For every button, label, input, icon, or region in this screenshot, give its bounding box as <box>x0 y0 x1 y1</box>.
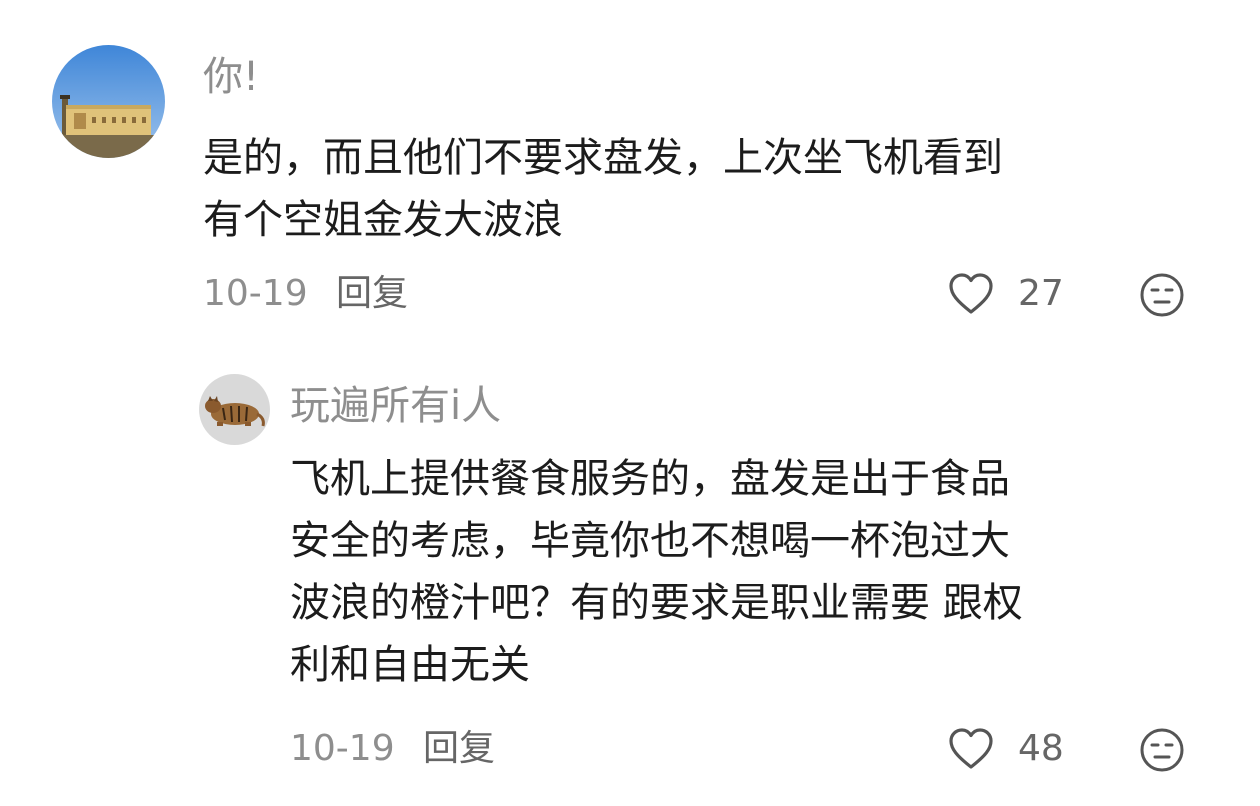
like-button[interactable] <box>947 270 995 318</box>
dislike-button[interactable] <box>1138 726 1186 774</box>
neutral-face-icon <box>1140 728 1184 772</box>
comment-body: 飞机上提供餐食服务的，盘发是出于食品 安全的考虑，毕竟你也不想喝一杯泡过大 波浪… <box>290 448 1023 696</box>
heart-outline-icon <box>949 273 993 314</box>
reply-button[interactable]: 回复 <box>423 727 495 771</box>
like-count: 27 <box>1018 273 1064 314</box>
comment-username[interactable]: 你! <box>203 53 259 101</box>
avatar-building-image <box>52 45 165 158</box>
neutral-face-icon <box>1140 273 1184 317</box>
avatar[interactable] <box>52 45 165 158</box>
comment-thread: 你! 是的，而且他们不要求盘发，上次坐飞机看到 有个空姐金发大波浪 10-19 … <box>0 0 1260 806</box>
avatar[interactable] <box>199 374 270 445</box>
comment-text-line: 安全的考虑，毕竟你也不想喝一杯泡过大 <box>290 518 1010 564</box>
comment-text-line: 有个空姐金发大波浪 <box>203 197 563 243</box>
comment-text-line: 波浪的橙汁吧？有的要求是职业需要 跟权 <box>290 580 1023 626</box>
comment-username[interactable]: 玩遍所有i人 <box>290 382 501 430</box>
heart-outline-icon <box>949 728 993 769</box>
comment-body: 是的，而且他们不要求盘发，上次坐飞机看到 有个空姐金发大波浪 <box>203 127 1003 251</box>
reply-button[interactable]: 回复 <box>336 272 408 316</box>
comment-date: 10-19 <box>290 728 395 769</box>
dislike-button[interactable] <box>1138 271 1186 319</box>
comment-text-line: 是的，而且他们不要求盘发，上次坐飞机看到 <box>203 135 1003 181</box>
avatar-cat-image <box>199 374 270 445</box>
comment-date: 10-19 <box>203 273 308 314</box>
comment-text-line: 利和自由无关 <box>290 642 530 688</box>
like-count: 48 <box>1018 728 1064 769</box>
like-button[interactable] <box>947 725 995 773</box>
comment-text-line: 飞机上提供餐食服务的，盘发是出于食品 <box>290 456 1010 502</box>
